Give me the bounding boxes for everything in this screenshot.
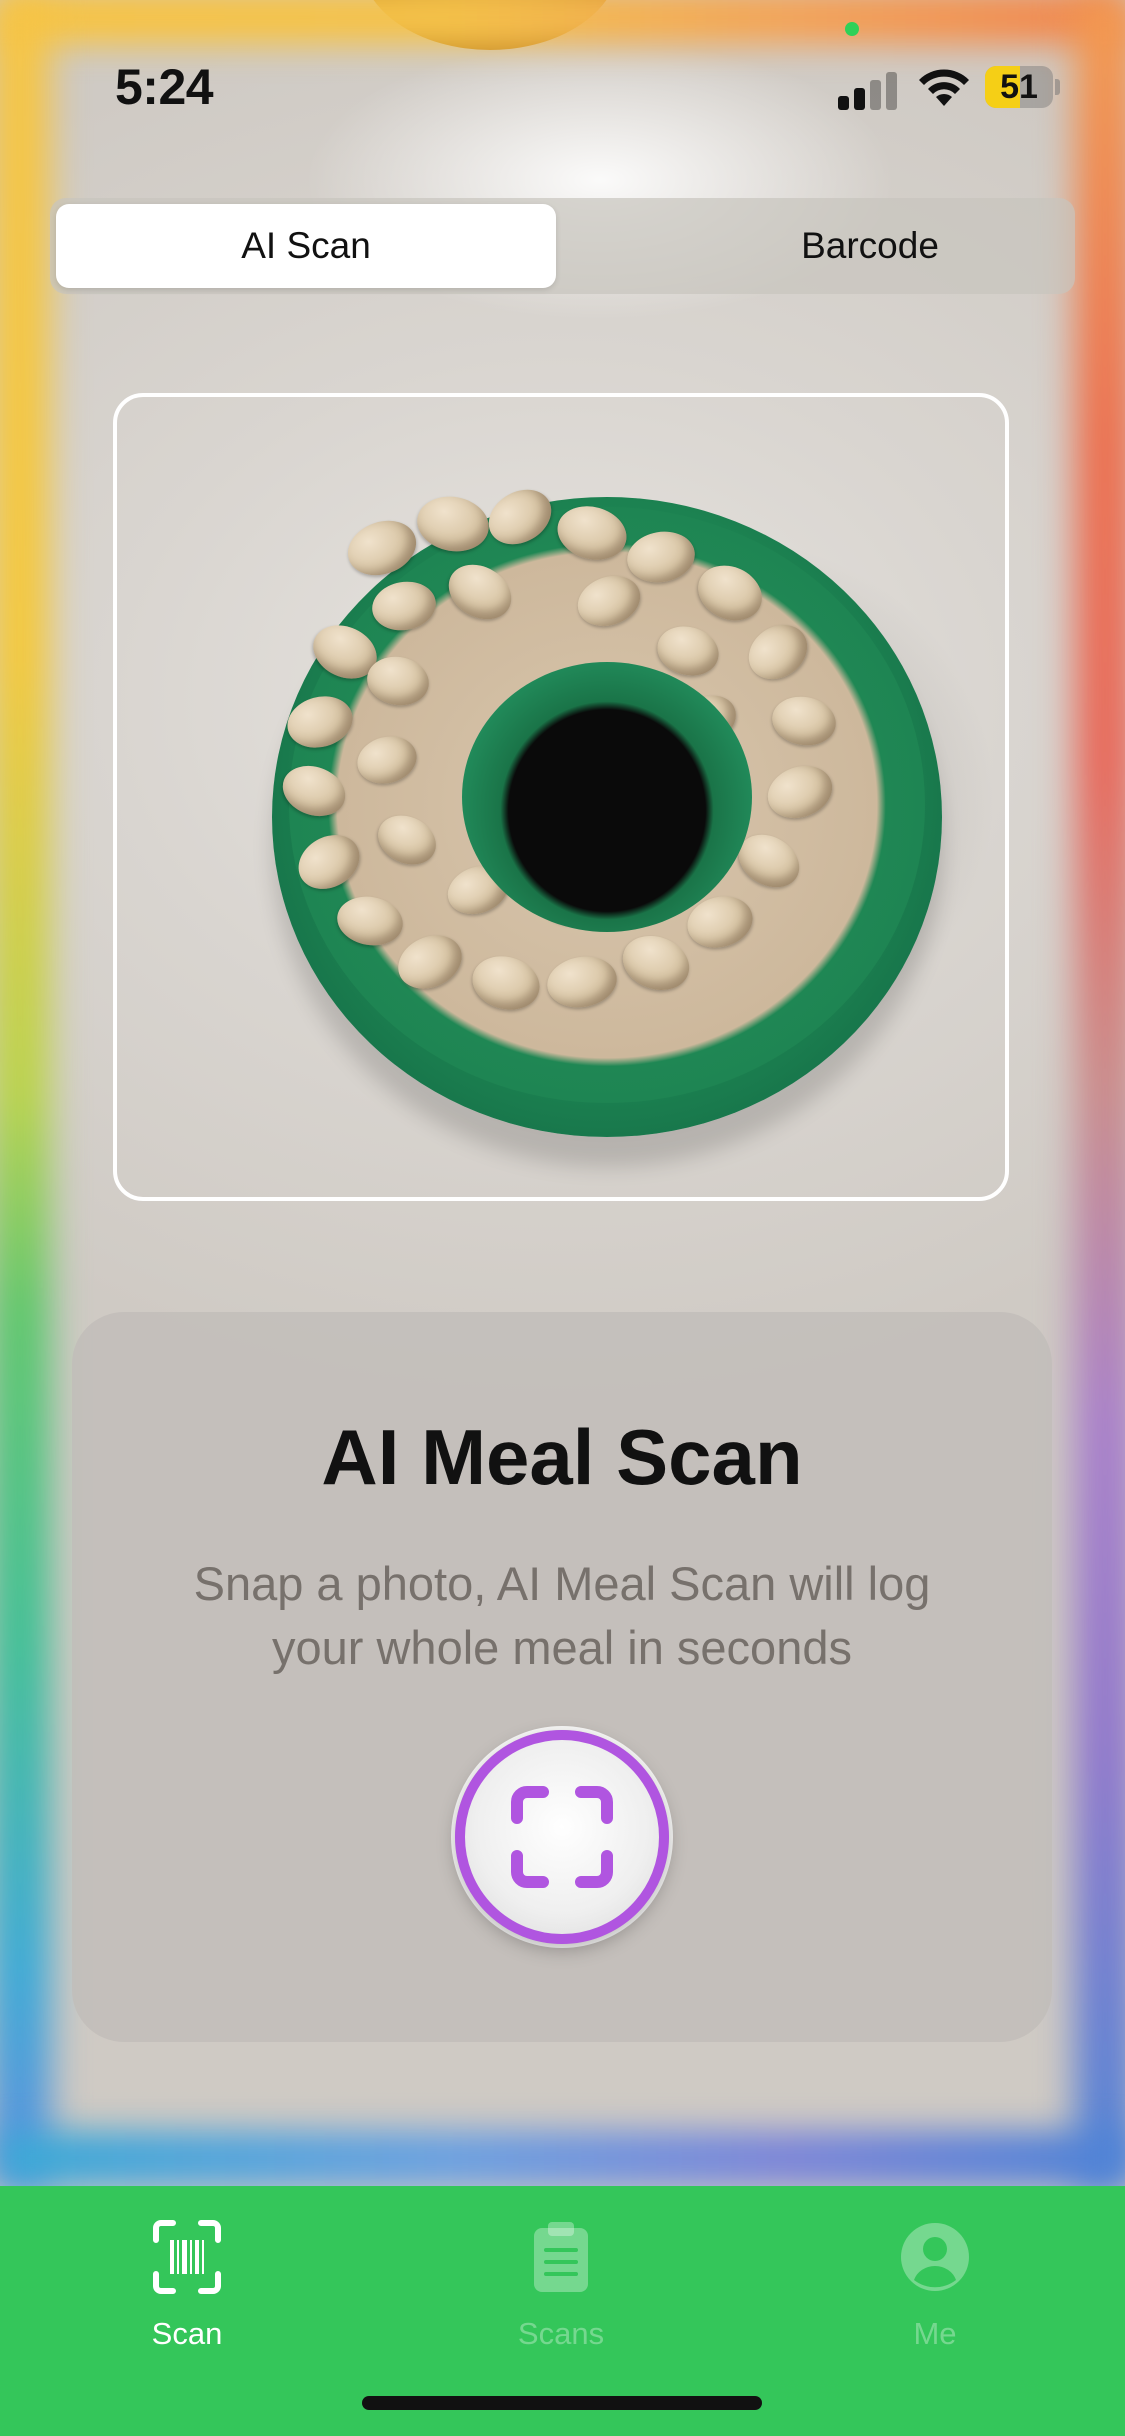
segment-barcode[interactable]: Barcode — [610, 204, 1125, 288]
ai-scan-screen: 5:24 51 AI Scan Barcode AI Meal Scan Sna… — [0, 0, 1125, 2436]
person-icon — [900, 2220, 970, 2294]
capture-button[interactable] — [455, 1730, 669, 1944]
camera-viewfinder-frame — [113, 393, 1009, 1201]
battery-level: 51 — [1000, 68, 1038, 106]
tab-scan[interactable]: Scan — [67, 2204, 307, 2354]
tab-me[interactable]: Me — [815, 2204, 1055, 2354]
clipboard-icon — [526, 2220, 596, 2294]
scan-mode-segmented-control: AI Scan Barcode — [50, 198, 1075, 294]
scan-frame-icon — [511, 1786, 613, 1888]
ai-meal-scan-card: AI Meal Scan Snap a photo, AI Meal Scan … — [72, 1312, 1052, 2042]
tab-scans-label: Scans — [517, 2316, 605, 2351]
bowl-center-tube — [462, 662, 752, 932]
barcode-scan-icon — [152, 2220, 222, 2294]
status-bar: 5:24 51 — [0, 0, 1125, 130]
home-indicator[interactable] — [362, 2396, 762, 2410]
wifi-icon — [916, 66, 972, 108]
status-time: 5:24 — [115, 59, 214, 115]
tab-scans[interactable]: Scans — [441, 2204, 681, 2354]
card-description: Snap a photo, AI Meal Scan will log your… — [193, 1557, 931, 1674]
tab-scan-label: Scan — [151, 2316, 223, 2351]
battery-indicator: 51 — [985, 66, 1061, 108]
cellular-signal-icon — [838, 68, 900, 110]
segment-ai-scan[interactable]: AI Scan — [56, 204, 556, 288]
tab-me-label: Me — [913, 2316, 957, 2351]
card-title: AI Meal Scan — [321, 1413, 803, 1501]
camera-in-use-indicator — [845, 22, 859, 36]
